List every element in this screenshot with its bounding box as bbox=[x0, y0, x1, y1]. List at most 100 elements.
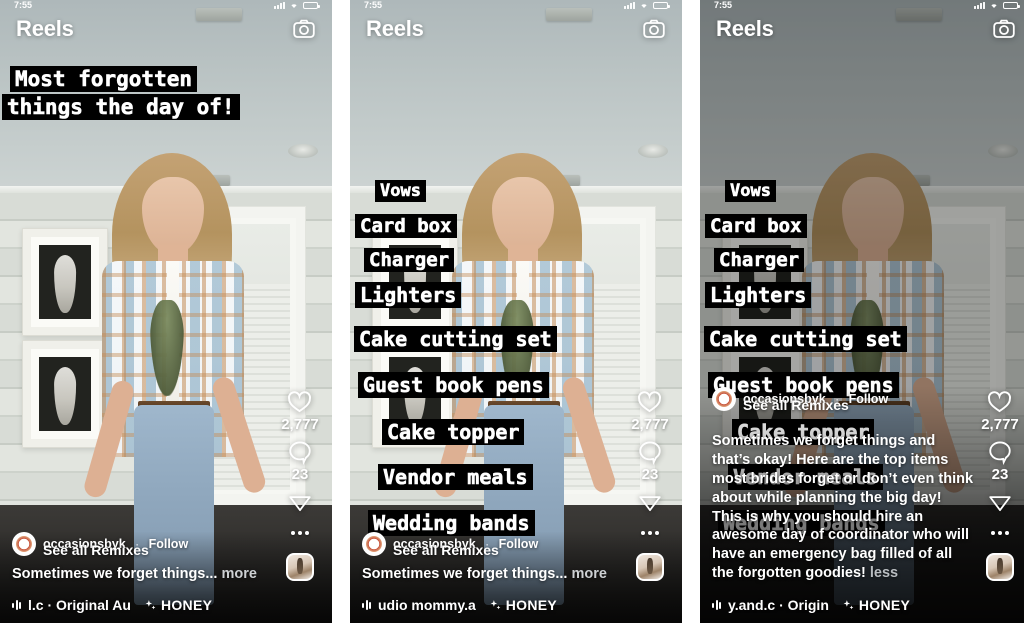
photo-image bbox=[39, 245, 91, 319]
wifi-icon bbox=[991, 4, 997, 8]
like-count: 2,777 bbox=[281, 416, 319, 433]
three-dots-icon[interactable] bbox=[291, 531, 309, 535]
audio-thumbnail[interactable] bbox=[986, 553, 1014, 581]
panel-2: 7:55 Reels Vows Card box Charger Lighters Ca… bbox=[350, 0, 682, 623]
audio-track-name[interactable]: l.c · Original Au bbox=[28, 597, 131, 613]
like-action[interactable]: 2,777 bbox=[981, 388, 1019, 433]
follow-button[interactable]: Follow bbox=[849, 392, 889, 406]
sparkle-icon bbox=[490, 599, 501, 609]
ceiling-vent-secondary bbox=[886, 175, 930, 186]
share-action[interactable] bbox=[987, 489, 1013, 515]
honey-label: HONEY bbox=[160, 597, 213, 613]
camera-icon[interactable] bbox=[642, 17, 666, 41]
three-dots-icon[interactable] bbox=[991, 531, 1009, 535]
status-bar: 7:55 bbox=[0, 0, 332, 10]
see-all-remixes-link[interactable]: See all Remixes bbox=[393, 543, 499, 557]
heart-icon[interactable] bbox=[636, 388, 663, 415]
photo-image bbox=[389, 357, 441, 431]
action-rail: 2,777 23 bbox=[626, 388, 674, 581]
audio-wave-icon bbox=[12, 599, 21, 611]
hanging-plant bbox=[500, 300, 534, 396]
audio-thumbnail-figure bbox=[997, 558, 1003, 574]
avatar[interactable] bbox=[12, 531, 36, 556]
audio-track-name[interactable]: y.and.c · Origin bbox=[728, 597, 829, 613]
see-all-remixes-link[interactable]: See all Remixes bbox=[743, 398, 849, 412]
follow-button[interactable]: Follow bbox=[499, 537, 539, 551]
comment-action[interactable]: 23 bbox=[987, 439, 1013, 483]
audio-track-name[interactable]: udio mommy.a bbox=[378, 597, 476, 613]
see-all-remixes-link[interactable]: See all Remixes bbox=[43, 543, 149, 557]
page-title: Reels bbox=[366, 16, 424, 41]
comment-action[interactable]: 23 bbox=[637, 439, 663, 483]
comment-icon[interactable] bbox=[987, 439, 1013, 465]
audio-row[interactable]: y.and.c · Origin HONEY bbox=[700, 591, 1024, 623]
like-action[interactable]: 2,777 bbox=[631, 388, 669, 433]
caption-text: Sometimes we forget things... bbox=[362, 565, 572, 582]
caption-toggle[interactable]: more bbox=[571, 566, 606, 582]
honey-badge[interactable]: HONEY bbox=[842, 597, 910, 613]
ceiling-light bbox=[638, 144, 668, 158]
three-dots-icon[interactable] bbox=[641, 531, 659, 535]
wifi-icon bbox=[641, 4, 647, 8]
avatar[interactable] bbox=[362, 531, 386, 556]
cellular-signal-icon bbox=[624, 1, 635, 9]
honey-badge[interactable]: HONEY bbox=[489, 597, 557, 613]
audio-row[interactable]: udio mommy.a HONEY bbox=[350, 591, 682, 623]
caption-toggle[interactable]: more bbox=[221, 566, 256, 582]
share-paper-plane-icon[interactable] bbox=[637, 489, 663, 515]
follow-button[interactable]: Follow bbox=[149, 537, 189, 551]
page-title: Reels bbox=[716, 16, 774, 41]
caption-text: Sometimes we forget things... bbox=[12, 565, 222, 582]
gown-shape bbox=[754, 255, 776, 314]
caption-text: Sometimes we forget things and that’s ok… bbox=[712, 433, 974, 582]
status-bar-indicators bbox=[274, 1, 320, 9]
battery-icon bbox=[653, 1, 670, 9]
reels-header: Reels bbox=[0, 16, 332, 42]
face bbox=[842, 177, 904, 255]
audio-thumbnail[interactable] bbox=[636, 553, 664, 581]
hanging-plant bbox=[150, 300, 184, 396]
like-count: 2,777 bbox=[981, 416, 1019, 433]
gown-shape bbox=[404, 255, 426, 314]
status-bar-indicators bbox=[624, 1, 670, 9]
share-action[interactable] bbox=[287, 489, 313, 515]
comment-icon[interactable] bbox=[287, 439, 313, 465]
photo-image bbox=[389, 245, 441, 319]
neck bbox=[858, 245, 888, 277]
panel-3: 7:55 Reels Vows Card box Charger Lighters Ca… bbox=[700, 0, 1024, 623]
avatar-image bbox=[716, 391, 732, 408]
camera-icon[interactable] bbox=[292, 17, 316, 41]
status-bar-time: 7:55 bbox=[14, 0, 33, 10]
screenshot-stage: 7:55 Reels Most forgotten things the day … bbox=[0, 0, 1024, 623]
audio-thumbnail-figure bbox=[647, 558, 653, 574]
heart-icon[interactable] bbox=[986, 388, 1013, 415]
comment-icon[interactable] bbox=[637, 439, 663, 465]
reels-header: Reels bbox=[350, 16, 682, 42]
ceiling-light bbox=[988, 144, 1018, 158]
audio-thumbnail[interactable] bbox=[286, 553, 314, 581]
status-bar: 7:55 bbox=[350, 0, 682, 10]
crown-molding bbox=[700, 186, 1024, 195]
avatar[interactable] bbox=[712, 387, 736, 412]
caption-toggle[interactable]: less bbox=[870, 565, 898, 581]
photo-mat bbox=[731, 237, 799, 327]
share-action[interactable] bbox=[637, 489, 663, 515]
hair bbox=[812, 153, 932, 363]
share-paper-plane-icon[interactable] bbox=[987, 489, 1013, 515]
camera-icon[interactable] bbox=[992, 17, 1016, 41]
cellular-signal-icon bbox=[274, 1, 285, 9]
username-block: occasionsbyk · Follow See all Remixes bbox=[743, 391, 889, 412]
comment-action[interactable]: 23 bbox=[287, 439, 313, 483]
heart-icon[interactable] bbox=[286, 388, 313, 415]
like-action[interactable]: 2,777 bbox=[281, 388, 319, 433]
photo-image bbox=[39, 357, 91, 431]
honey-badge[interactable]: HONEY bbox=[144, 597, 212, 613]
status-bar-indicators bbox=[974, 1, 1020, 9]
action-rail: 2,777 23 bbox=[976, 388, 1024, 581]
battery-icon bbox=[303, 1, 320, 9]
audio-wave-icon bbox=[362, 599, 371, 611]
share-paper-plane-icon[interactable] bbox=[287, 489, 313, 515]
audio-row[interactable]: l.c · Original Au HONEY bbox=[0, 591, 332, 623]
sparkle-icon bbox=[145, 599, 156, 609]
page-title: Reels bbox=[16, 16, 74, 41]
